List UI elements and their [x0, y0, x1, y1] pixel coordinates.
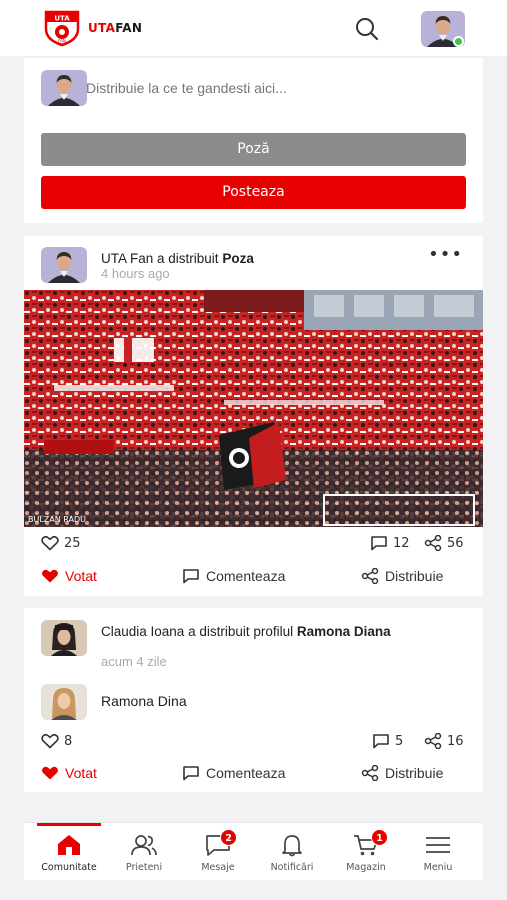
cart-badge: 1: [371, 829, 388, 846]
tab-label: Mesaje: [201, 862, 235, 873]
friends-icon: [131, 835, 157, 856]
heart-filled-icon: [42, 766, 58, 780]
search-button[interactable]: [352, 14, 382, 44]
tab-label: Comunitate: [41, 862, 97, 873]
likes-value: 25: [64, 535, 81, 551]
svg-text:FAN: FAN: [58, 39, 66, 44]
shared-profile-name[interactable]: Ramona Dina: [101, 693, 187, 709]
share-label: Distribuie: [385, 765, 444, 781]
vote-label: Votat: [65, 765, 97, 781]
share-button[interactable]: Distribuie: [361, 765, 443, 781]
comments-value: 5: [395, 733, 404, 749]
tab-label: Notificări: [270, 862, 314, 873]
comment-icon: [373, 734, 389, 749]
comments-count[interactable]: 5: [372, 733, 403, 749]
composer-input[interactable]: [86, 70, 466, 106]
heart-outline-icon: [41, 733, 59, 749]
post-time: 4 hours ago: [101, 266, 170, 281]
shared-profile-avatar[interactable]: [41, 684, 87, 720]
add-photo-button[interactable]: Poză: [41, 133, 466, 166]
vote-button[interactable]: Votat: [41, 765, 97, 781]
comment-icon: [183, 766, 199, 781]
comments-value: 12: [393, 535, 410, 551]
tab-label: Prieteni: [125, 862, 163, 873]
post-author-name[interactable]: UTA Fan: [101, 251, 153, 266]
tab-label: Magazin: [346, 862, 386, 873]
likes-value: 8: [64, 733, 73, 749]
share-icon: [361, 765, 379, 781]
tab-friends[interactable]: Prieteni: [104, 823, 184, 881]
brand-fan: FAN: [115, 21, 143, 35]
vote-button[interactable]: Votat: [41, 568, 97, 584]
bottom-navigation: Comunitate Prieteni 2 Mesaje Notificări …: [24, 822, 483, 880]
heart-filled-icon: [42, 569, 58, 583]
tab-shop[interactable]: 1 Magazin: [326, 823, 406, 881]
post-photo[interactable]: BULZAN RADU: [24, 290, 483, 527]
share-icon: [424, 733, 442, 749]
shares-count[interactable]: 56: [424, 535, 464, 551]
uta-logo[interactable]: UTA FAN: [42, 9, 82, 47]
app-header: UTA FAN UTAFAN: [0, 0, 507, 56]
tab-menu[interactable]: Meniu: [398, 823, 478, 881]
share-icon: [424, 535, 442, 551]
post-composer: Poză Posteaza: [24, 58, 483, 223]
tab-messages[interactable]: 2 Mesaje: [178, 823, 258, 881]
bell-icon: [282, 835, 302, 857]
post-author-avatar[interactable]: [41, 620, 87, 656]
composer-avatar: [41, 70, 87, 106]
comment-button[interactable]: Comenteaza: [182, 568, 285, 584]
messages-badge: 2: [220, 829, 237, 846]
comment-icon: [183, 569, 199, 584]
share-icon: [361, 568, 379, 584]
post-object[interactable]: Ramona Diana: [297, 624, 391, 639]
post-object[interactable]: Poza: [222, 251, 254, 266]
more-options-icon[interactable]: •••: [428, 244, 463, 265]
post-header: UTA Fan a distribuit Poza: [101, 250, 254, 267]
feed-post: Claudia Ioana a distribuit profilul Ramo…: [24, 608, 483, 792]
post-time: acum 4 zile: [101, 654, 167, 669]
search-icon: [356, 18, 379, 41]
post-action-text: a distribuit: [153, 251, 223, 266]
post-button[interactable]: Posteaza: [41, 176, 466, 209]
likes-count[interactable]: 25: [41, 535, 81, 551]
shares-count[interactable]: 16: [424, 733, 464, 749]
tab-notifications[interactable]: Notificări: [252, 823, 332, 881]
post-header: Claudia Ioana a distribuit profilul Ramo…: [101, 623, 461, 640]
brand-uta: UTA: [88, 21, 116, 35]
online-status-dot: [453, 36, 464, 47]
post-author-avatar[interactable]: [41, 247, 87, 283]
post-action-text: a distribuit profilul: [184, 624, 297, 639]
comment-label: Comenteaza: [206, 765, 286, 781]
likes-count[interactable]: 8: [41, 733, 72, 749]
home-icon: [58, 835, 80, 855]
comment-label: Comenteaza: [206, 568, 286, 584]
vote-label: Votat: [65, 568, 97, 584]
tab-community[interactable]: Comunitate: [29, 823, 109, 881]
feed-post: UTA Fan a distribuit Poza 4 hours ago ••…: [24, 236, 483, 596]
heart-outline-icon: [41, 535, 59, 551]
photo-credit: BULZAN RADU: [28, 515, 86, 524]
tab-label: Meniu: [423, 862, 453, 873]
share-button[interactable]: Distribuie: [361, 568, 443, 584]
comments-count[interactable]: 12: [370, 535, 410, 551]
menu-icon: [426, 837, 450, 853]
brand-name: UTAFAN: [88, 21, 142, 35]
svg-text:UTA: UTA: [54, 15, 70, 23]
comment-icon: [371, 536, 387, 551]
share-label: Distribuie: [385, 568, 444, 584]
shares-value: 16: [447, 733, 464, 749]
post-author-name[interactable]: Claudia Ioana: [101, 624, 184, 639]
comment-button[interactable]: Comenteaza: [182, 765, 285, 781]
shares-value: 56: [447, 535, 464, 551]
